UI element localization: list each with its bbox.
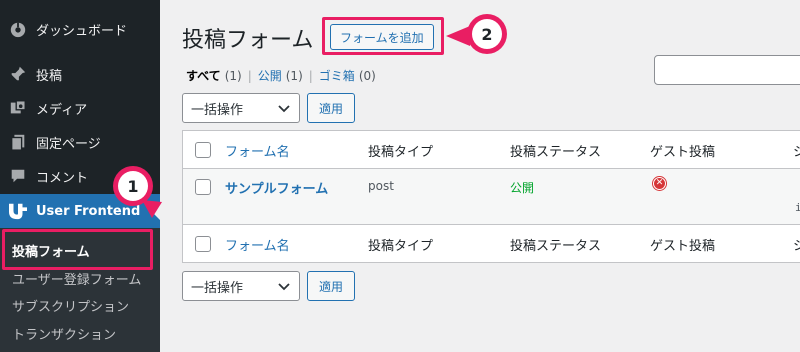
- column-footer-post-status: 投稿ステータス: [510, 239, 602, 254]
- table-footer-row: フォーム名 投稿タイプ 投稿ステータス ゲスト投稿 シ: [183, 225, 800, 263]
- comment-icon: [8, 166, 28, 186]
- page-title: 投稿フォーム: [182, 28, 314, 53]
- filter-published[interactable]: 公開: [258, 67, 282, 84]
- highlight-box-submenu: [2, 229, 153, 270]
- sidebar-item-label: 固定ページ: [36, 136, 101, 152]
- sidebar-item-label: ダッシュボード: [36, 23, 128, 39]
- guest-post-no-icon: ✕: [653, 177, 666, 190]
- sidebar-item-posts[interactable]: 投稿: [0, 57, 160, 91]
- filter-published-count: (1): [285, 68, 303, 83]
- column-header-extra: シ: [793, 145, 800, 160]
- column-footer-extra: シ: [793, 239, 800, 254]
- filter-all-count: (1): [224, 68, 242, 83]
- sidebar-item-label: メディア: [36, 102, 88, 118]
- forms-table: フォーム名 投稿タイプ 投稿ステータス ゲスト投稿 シ サンプルフォーム pos…: [182, 130, 800, 263]
- apply-button-bottom[interactable]: 適用: [307, 271, 355, 301]
- bulk-action-select-bottom[interactable]: 一括操作: [182, 271, 300, 301]
- post-type-value: post: [368, 179, 394, 193]
- post-status-value: 公開: [510, 181, 535, 195]
- column-footer-post-type: 投稿タイプ: [368, 239, 434, 254]
- submenu-item-subscriptions[interactable]: サブスクリプション: [12, 296, 129, 315]
- step-badge-number: 2: [472, 19, 502, 49]
- add-form-button[interactable]: フォームを追加: [330, 24, 434, 50]
- sidebar-item-media[interactable]: メディア: [0, 91, 160, 125]
- column-footer-guest-post: ゲスト投稿: [650, 239, 716, 254]
- bulk-action-select-top[interactable]: 一括操作: [182, 93, 300, 123]
- dashboard-icon: [8, 19, 28, 39]
- apply-button-top[interactable]: 適用: [307, 93, 355, 123]
- select-all-checkbox[interactable]: [195, 142, 211, 158]
- filter-all[interactable]: すべて: [186, 67, 221, 84]
- sidebar-item-dashboard[interactable]: ダッシュボード: [0, 12, 160, 46]
- media-icon: [8, 98, 28, 118]
- wpuf-icon: [8, 201, 28, 221]
- row-checkbox[interactable]: [195, 179, 211, 195]
- page-icon: [8, 132, 28, 152]
- extra-column-value: i: [795, 201, 800, 214]
- pin-icon: [8, 64, 28, 84]
- filter-trash-count: (0): [358, 68, 376, 83]
- sidebar-item-pages[interactable]: 固定ページ: [0, 125, 160, 159]
- filter-separator: |: [247, 68, 252, 83]
- chevron-down-icon: [278, 283, 290, 291]
- search-input[interactable]: [654, 55, 800, 85]
- submenu-item-transactions[interactable]: トランザクション: [12, 324, 116, 343]
- step-badge-2: 2: [467, 14, 507, 54]
- column-header-form-name[interactable]: フォーム名: [225, 141, 290, 160]
- filter-trash[interactable]: ゴミ箱: [319, 67, 355, 84]
- table-header-row: フォーム名 投稿タイプ 投稿ステータス ゲスト投稿 シ: [183, 131, 800, 169]
- column-header-post-status: 投稿ステータス: [510, 145, 602, 160]
- sidebar-item-label: コメント: [36, 170, 89, 186]
- table-row: サンプルフォーム post 公開 ✕ i: [183, 169, 800, 224]
- filter-separator: |: [308, 68, 313, 83]
- column-header-post-type: 投稿タイプ: [368, 145, 434, 160]
- bulk-action-value: 一括操作: [191, 280, 244, 296]
- select-all-checkbox-footer[interactable]: [195, 236, 211, 252]
- sidebar-item-label: 投稿: [36, 68, 63, 84]
- sidebar-item-label: User Frontend: [36, 203, 141, 219]
- form-name-link[interactable]: サンプルフォーム: [225, 178, 328, 197]
- post-status-filter: すべて (1) | 公開 (1) | ゴミ箱 (0): [186, 67, 376, 84]
- column-footer-form-name[interactable]: フォーム名: [225, 235, 290, 254]
- chevron-down-icon: [278, 105, 290, 113]
- bulk-action-value: 一括操作: [191, 102, 244, 118]
- badge-1-pointer: [142, 200, 162, 218]
- column-header-guest-post: ゲスト投稿: [650, 145, 716, 160]
- submenu-item-registration-forms[interactable]: ユーザー登録フォーム: [12, 269, 141, 288]
- step-badge-number: 1: [118, 171, 148, 201]
